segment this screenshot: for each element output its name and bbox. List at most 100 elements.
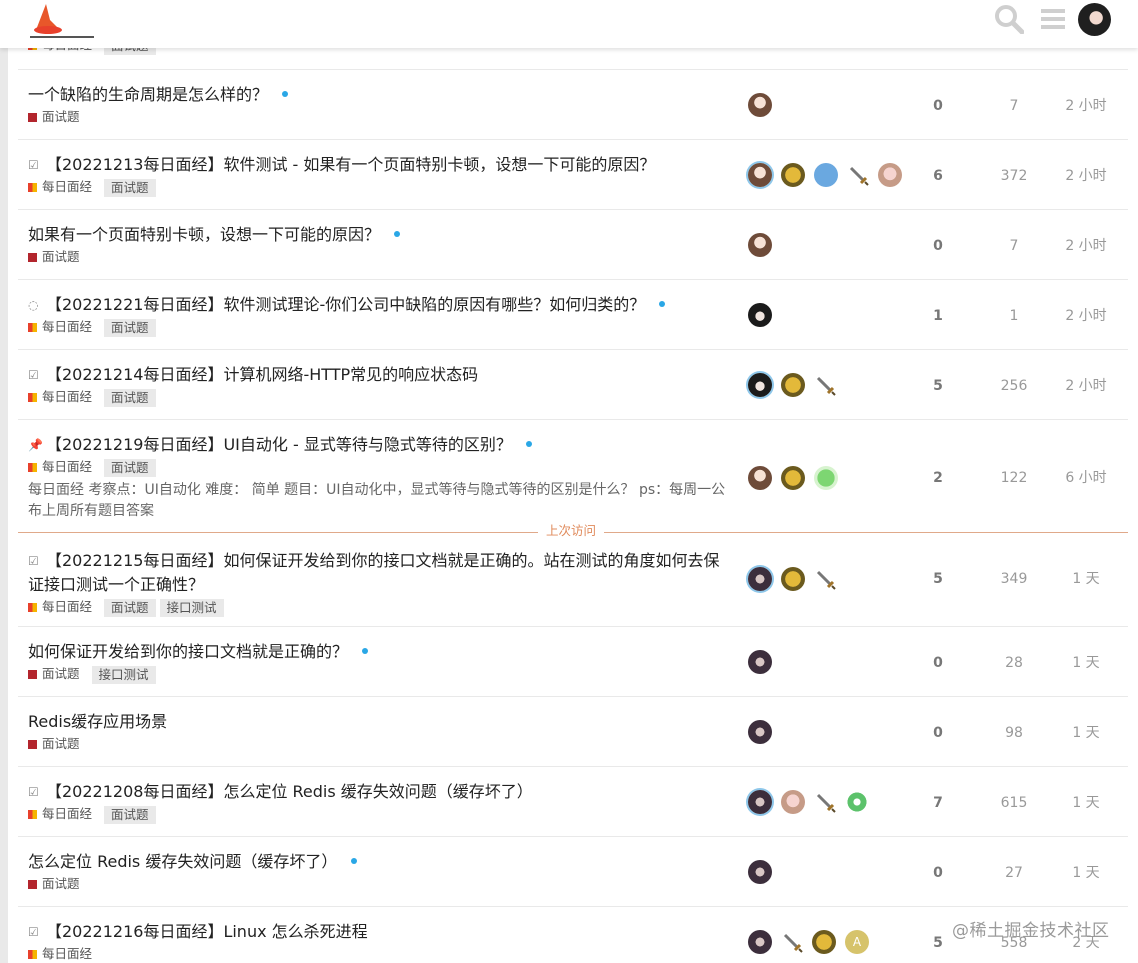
category-badge[interactable]: 每日面经 bbox=[28, 598, 92, 616]
poster-avatar[interactable] bbox=[812, 930, 836, 954]
topic-tag[interactable]: 面试题 bbox=[104, 178, 156, 197]
activity-time[interactable]: 2 小时 bbox=[1058, 306, 1114, 326]
topic-row[interactable]: ☑ 【20221215每日面经】如何保证开发给到你的接口文档就是正确的。站在测试的… bbox=[18, 533, 1128, 627]
poster-avatar[interactable] bbox=[748, 93, 772, 117]
category-badge[interactable]: 面试题 bbox=[28, 875, 80, 893]
category-badge[interactable]: 每日面经 bbox=[28, 178, 92, 196]
search-icon[interactable] bbox=[994, 4, 1024, 34]
category-badge[interactable]: 面试题 bbox=[28, 665, 80, 683]
topic-title-link[interactable]: 如果有一个页面特别卡顿，设想一下可能的原因？ bbox=[28, 224, 401, 246]
topic-row[interactable]: ☑ 【20221214每日面经】计算机网络-HTTP常见的响应状态码每日面经 面试题… bbox=[18, 350, 1128, 420]
views-count: 28 bbox=[1005, 655, 1023, 671]
topic-row[interactable]: 📌 【20221219每日面经】UI自动化 - 显式等待与隐式等待的区别？ 每日面经… bbox=[18, 420, 1128, 533]
topic-excerpt[interactable]: 每日面经 考察点：UI自动化 难度： 简单 题目：UI自动化中，显式等待与隐式等… bbox=[28, 480, 728, 522]
views-count: 122 bbox=[1000, 470, 1028, 486]
poster-avatar[interactable] bbox=[814, 374, 836, 396]
poster-avatar[interactable] bbox=[748, 373, 772, 397]
topic-row[interactable]: 如何保证开发给到你的接口文档就是正确的？ 面试题 接口测试 0 28 1 天 bbox=[18, 627, 1128, 697]
poster-avatar[interactable] bbox=[748, 466, 772, 490]
topic-title-link[interactable]: 一个缺陷的生命周期是怎么样的？ bbox=[28, 84, 289, 106]
category-badge[interactable]: 每日面经 bbox=[28, 388, 92, 406]
topic-tag[interactable]: 面试题 bbox=[104, 805, 156, 824]
topic-row[interactable]: 怎么定位 Redis 缓存失效问题（缓存坏了） 面试题 0 27 1 天 bbox=[18, 837, 1128, 907]
poster-avatar[interactable] bbox=[748, 163, 772, 187]
topic-tag[interactable]: 接口测试 bbox=[91, 665, 156, 684]
poster-avatar[interactable] bbox=[878, 163, 902, 187]
category-badge[interactable]: 面试题 bbox=[28, 108, 80, 126]
topic-title-link[interactable]: ☑ 【20221214每日面经】计算机网络-HTTP常见的响应状态码 bbox=[28, 364, 478, 386]
topic-tag[interactable]: 接口测试 bbox=[159, 598, 224, 617]
views-count: 372 bbox=[1000, 168, 1028, 184]
topic-tag[interactable]: 面试题 bbox=[104, 458, 156, 477]
activity-time[interactable]: 1 天 bbox=[1058, 723, 1114, 743]
activity-time[interactable]: 1 天 bbox=[1058, 569, 1114, 589]
poster-avatar[interactable] bbox=[845, 790, 869, 814]
poster-avatar[interactable] bbox=[814, 163, 838, 187]
poster-avatar[interactable] bbox=[814, 466, 838, 490]
category-badge[interactable]: 每日面经 bbox=[28, 318, 92, 336]
category-badge[interactable]: 面试题 bbox=[28, 735, 80, 753]
topic-tag[interactable]: 面试题 bbox=[104, 388, 156, 407]
topic-tag[interactable]: 面试题 bbox=[104, 318, 156, 337]
new-topic-dot bbox=[525, 441, 532, 447]
topic-title-link[interactable]: ☑ 【20221213每日面经】软件测试 - 如果有一个页面特别卡顿，设想一下可能… bbox=[28, 154, 655, 176]
poster-avatar[interactable] bbox=[781, 163, 805, 187]
topic-title-link[interactable]: ☑ 【20221215每日面经】如何保证开发给到你的接口文档就是正确的。站在测试的… bbox=[28, 549, 728, 596]
poster-avatar[interactable] bbox=[847, 164, 869, 186]
activity-time[interactable]: 2 小时 bbox=[1058, 376, 1114, 396]
user-avatar[interactable] bbox=[1078, 3, 1111, 36]
poster-avatar[interactable] bbox=[748, 790, 772, 814]
poster-avatar[interactable] bbox=[748, 860, 772, 884]
poster-avatar[interactable] bbox=[814, 568, 836, 590]
category-badge[interactable]: 每日面经 bbox=[28, 945, 92, 963]
poster-avatar[interactable] bbox=[748, 303, 772, 327]
poster-avatar[interactable]: A bbox=[845, 930, 869, 954]
replies-count: 1 bbox=[933, 308, 943, 324]
topic-row[interactable]: ◌ 【20221221每日面经】软件测试理论-你们公司中缺陷的原因有哪些？如何归类… bbox=[18, 280, 1128, 350]
activity-time[interactable]: 1 天 bbox=[1058, 863, 1114, 883]
topic-row[interactable]: ☑ 【20221208每日面经】怎么定位 Redis 缓存失效问题（缓存坏了） 每日… bbox=[18, 767, 1128, 837]
topic-title-link[interactable]: Redis缓存应用场景 bbox=[28, 711, 167, 733]
poster-avatar[interactable] bbox=[781, 373, 805, 397]
topic-title-link[interactable]: 📌 【20221219每日面经】UI自动化 - 显式等待与隐式等待的区别？ bbox=[28, 434, 532, 456]
topic-row[interactable]: Redis缓存应用场景 面试题 0 98 1 天 bbox=[18, 697, 1128, 767]
poster-avatar[interactable] bbox=[748, 650, 772, 674]
category-name: 面试题 bbox=[42, 666, 80, 681]
replies-count: 0 bbox=[933, 725, 943, 741]
poster-avatar[interactable] bbox=[748, 930, 772, 954]
topic-meta: 每日面经面试题 bbox=[28, 458, 160, 477]
poster-avatar[interactable] bbox=[781, 931, 803, 953]
views-count: 615 bbox=[1000, 795, 1028, 811]
category-color-square bbox=[28, 809, 37, 819]
poster-avatar[interactable] bbox=[781, 790, 805, 814]
topic-row[interactable]: 一个缺陷的生命周期是怎么样的？ 面试题 0 7 2 小时 bbox=[18, 70, 1128, 140]
topic-title-link[interactable]: ☑ 【20221208每日面经】怎么定位 Redis 缓存失效问题（缓存坏了） bbox=[28, 781, 533, 803]
topic-row[interactable]: ☑ 【20221213每日面经】软件测试 - 如果有一个页面特别卡顿，设想一下可能… bbox=[18, 140, 1128, 210]
poster-avatar[interactable] bbox=[814, 791, 836, 813]
category-badge[interactable]: 面试题 bbox=[28, 248, 80, 266]
poster-avatar[interactable] bbox=[781, 567, 805, 591]
activity-time[interactable]: 2 小时 bbox=[1058, 236, 1114, 256]
category-badge[interactable]: 每日面经 bbox=[28, 805, 92, 823]
topic-posters bbox=[748, 93, 781, 117]
topic-title-link[interactable]: ☑ 【20221216每日面经】Linux 怎么杀死进程 bbox=[28, 921, 368, 943]
topic-title-link[interactable]: 怎么定位 Redis 缓存失效问题（缓存坏了） bbox=[28, 851, 358, 873]
topic-title-link[interactable]: ◌ 【20221221每日面经】软件测试理论-你们公司中缺陷的原因有哪些？如何归类… bbox=[28, 294, 666, 316]
activity-time[interactable]: 1 天 bbox=[1058, 793, 1114, 813]
hamburger-menu-icon[interactable] bbox=[1038, 4, 1068, 34]
topic-row[interactable]: 如果有一个页面特别卡顿，设想一下可能的原因？ 面试题 0 7 2 小时 bbox=[18, 210, 1128, 280]
poster-avatar[interactable] bbox=[781, 466, 805, 490]
category-badge[interactable]: 每日面经 bbox=[28, 458, 92, 476]
poster-avatar[interactable] bbox=[748, 567, 772, 591]
topic-meta: 面试题 bbox=[28, 108, 92, 127]
topic-meta: 每日面经面试题 bbox=[28, 805, 160, 824]
activity-time[interactable]: 6 小时 bbox=[1058, 468, 1114, 488]
activity-time[interactable]: 2 小时 bbox=[1058, 96, 1114, 116]
topic-title-link[interactable]: 如何保证开发给到你的接口文档就是正确的？ bbox=[28, 641, 369, 663]
poster-avatar[interactable] bbox=[748, 233, 772, 257]
topic-tag[interactable]: 面试题 bbox=[104, 598, 156, 617]
activity-time[interactable]: 1 天 bbox=[1058, 653, 1114, 673]
site-logo[interactable] bbox=[28, 0, 98, 44]
activity-time[interactable]: 2 小时 bbox=[1058, 166, 1114, 186]
poster-avatar[interactable] bbox=[748, 720, 772, 744]
